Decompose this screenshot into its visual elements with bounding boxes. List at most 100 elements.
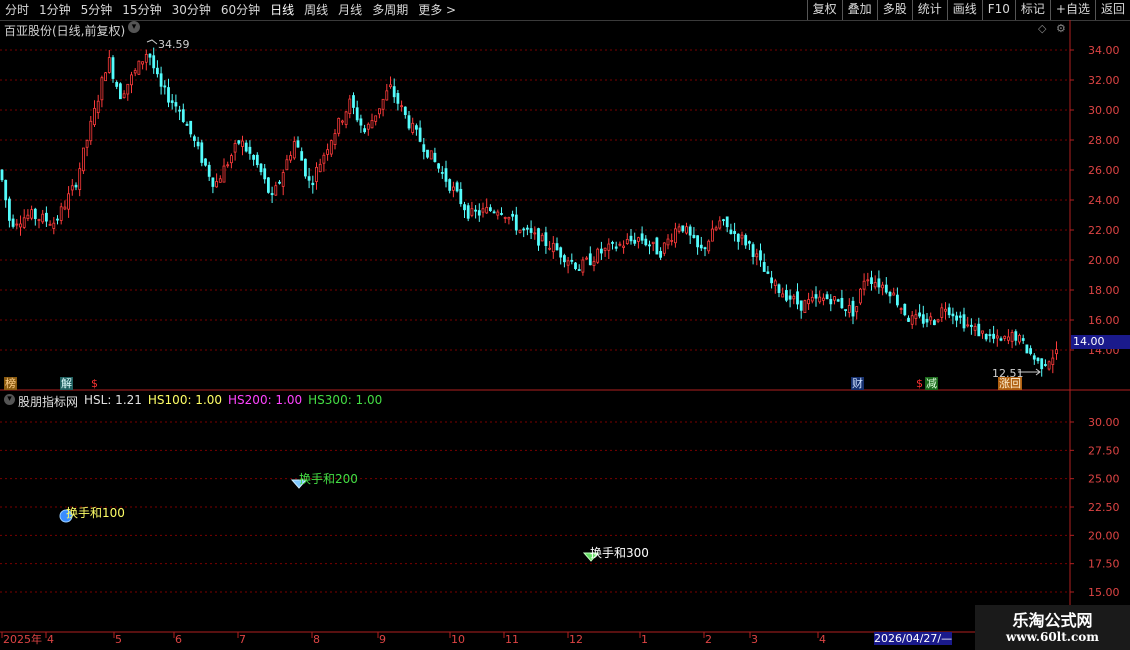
period-tab-2[interactable]: 5分钟	[76, 0, 118, 20]
candle-body	[437, 163, 441, 169]
candle-body	[4, 179, 8, 201]
kline-chart[interactable]: 34.00 32.00 30.00 28.00 26.00 24.00 22.00 20.00…	[0, 20, 1130, 650]
candle-body	[45, 212, 48, 222]
candle-body	[385, 90, 389, 101]
candle-body	[455, 182, 459, 192]
candle-body	[999, 338, 1003, 341]
toolbar-button-8[interactable]: 返回	[1094, 0, 1130, 20]
candle-body	[485, 206, 489, 214]
candle-body	[925, 318, 929, 323]
toolbar-button-3[interactable]: 统计	[911, 0, 947, 20]
marker-label-100: 换手和100	[66, 506, 125, 520]
period-tab-1[interactable]: 1分钟	[34, 0, 76, 20]
toolbar-button-0[interactable]: 复权	[806, 0, 842, 20]
candle-body	[126, 83, 130, 95]
candle-body	[958, 315, 962, 318]
candle-body	[718, 220, 722, 229]
candle-body	[377, 108, 381, 115]
signal-rise-badge[interactable]: 涨回	[998, 377, 1022, 390]
period-tab-5[interactable]: 60分钟	[216, 0, 265, 20]
candle-body	[303, 158, 307, 177]
watermark: 乐淘公式网 www.60lt.com	[975, 605, 1130, 650]
indicator-tick-label: 27.50	[1088, 444, 1120, 457]
time-tick-label: 2025年	[3, 632, 42, 646]
time-tick-label: 4	[819, 633, 826, 646]
current-date-tag: 2026/04/27/—	[874, 632, 953, 645]
candle-body	[152, 55, 156, 69]
candle-body	[266, 177, 270, 193]
candle-body	[163, 85, 167, 88]
settings-icon[interactable]: ⚙	[1056, 22, 1066, 35]
toolbar-button-5[interactable]: F10	[981, 0, 1015, 20]
indicator-tick-label: 30.00	[1088, 416, 1120, 429]
candle-body	[722, 219, 725, 222]
candle-body	[829, 298, 833, 305]
candle-body	[259, 163, 263, 173]
signal-finance-badge[interactable]: 财	[851, 377, 864, 390]
signal-dollar-badge-2[interactable]: $	[915, 377, 924, 390]
candle-body	[237, 140, 241, 144]
candle-body	[89, 120, 93, 142]
candle-body	[70, 185, 74, 191]
period-tab-8[interactable]: 月线	[333, 0, 367, 20]
marker-label-200: 换手和200	[299, 472, 358, 486]
diamond-icon[interactable]: ◇	[1038, 22, 1046, 35]
candle-body	[666, 238, 670, 246]
candle-body	[33, 208, 37, 220]
candle-body	[311, 182, 315, 186]
candle-body	[344, 111, 348, 125]
price-tick-label: 32.00	[1088, 74, 1120, 87]
candle-body	[947, 307, 951, 316]
toolbar-button-1[interactable]: 叠加	[841, 0, 877, 20]
candle-body	[111, 57, 115, 79]
candle-body	[463, 204, 466, 211]
candle-body	[274, 185, 278, 196]
candle-body	[696, 235, 699, 248]
signal-unlock-badge[interactable]: 解	[60, 377, 73, 390]
candle-body	[211, 177, 215, 187]
candle-body	[899, 308, 903, 310]
candle-body	[648, 244, 651, 247]
period-tab-4[interactable]: 30分钟	[167, 0, 216, 20]
time-tick-label: 1	[641, 633, 648, 646]
period-tab-0[interactable]: 分时	[0, 0, 34, 20]
toolbar-button-6[interactable]: 标记	[1014, 0, 1050, 20]
candle-body	[1044, 364, 1047, 366]
candle-body	[736, 233, 740, 242]
candle-body	[30, 209, 34, 219]
period-tab-10[interactable]: 更多 >	[413, 0, 461, 20]
signal-reduce-badge[interactable]: 减	[925, 377, 938, 390]
candle-body	[699, 244, 703, 249]
signal-rank-badge[interactable]: 榜	[4, 377, 17, 390]
candle-body	[263, 168, 267, 180]
toolbar-button-7[interactable]: +自选	[1049, 0, 1095, 20]
period-tab-6[interactable]: 日线	[265, 0, 299, 20]
time-tick-label: 12	[569, 633, 583, 646]
toolbar-button-2[interactable]: 多股	[876, 0, 912, 20]
candle-body	[52, 222, 56, 229]
period-tab-3[interactable]: 15分钟	[117, 0, 166, 20]
title-dropdown-icon[interactable]: ▾	[128, 21, 140, 33]
period-tab-9[interactable]: 多周期	[367, 0, 413, 20]
candle-body	[685, 226, 688, 234]
price-tick-label: 34.00	[1088, 44, 1120, 57]
price-tick-label: 26.00	[1088, 164, 1120, 177]
candle-body	[226, 164, 230, 167]
candle-body	[204, 158, 207, 166]
candle-body	[921, 314, 925, 324]
candle-body	[82, 147, 85, 172]
indicator-dropdown-icon[interactable]: ▾	[4, 394, 15, 405]
candle-body	[222, 165, 226, 183]
time-tick-label: 10	[451, 633, 465, 646]
candle-body	[15, 223, 19, 226]
indicator-tick-label: 15.00	[1088, 586, 1120, 599]
signal-dollar-badge[interactable]: $	[90, 377, 99, 390]
candle-body	[644, 238, 648, 246]
toolbar-button-4[interactable]: 画线	[946, 0, 982, 20]
candle-body	[855, 306, 859, 313]
candle-body	[566, 260, 570, 266]
price-tick-label: 28.00	[1088, 134, 1120, 147]
period-tab-7[interactable]: 周线	[299, 0, 333, 20]
candle-body	[196, 141, 200, 147]
candle-body	[466, 205, 470, 219]
